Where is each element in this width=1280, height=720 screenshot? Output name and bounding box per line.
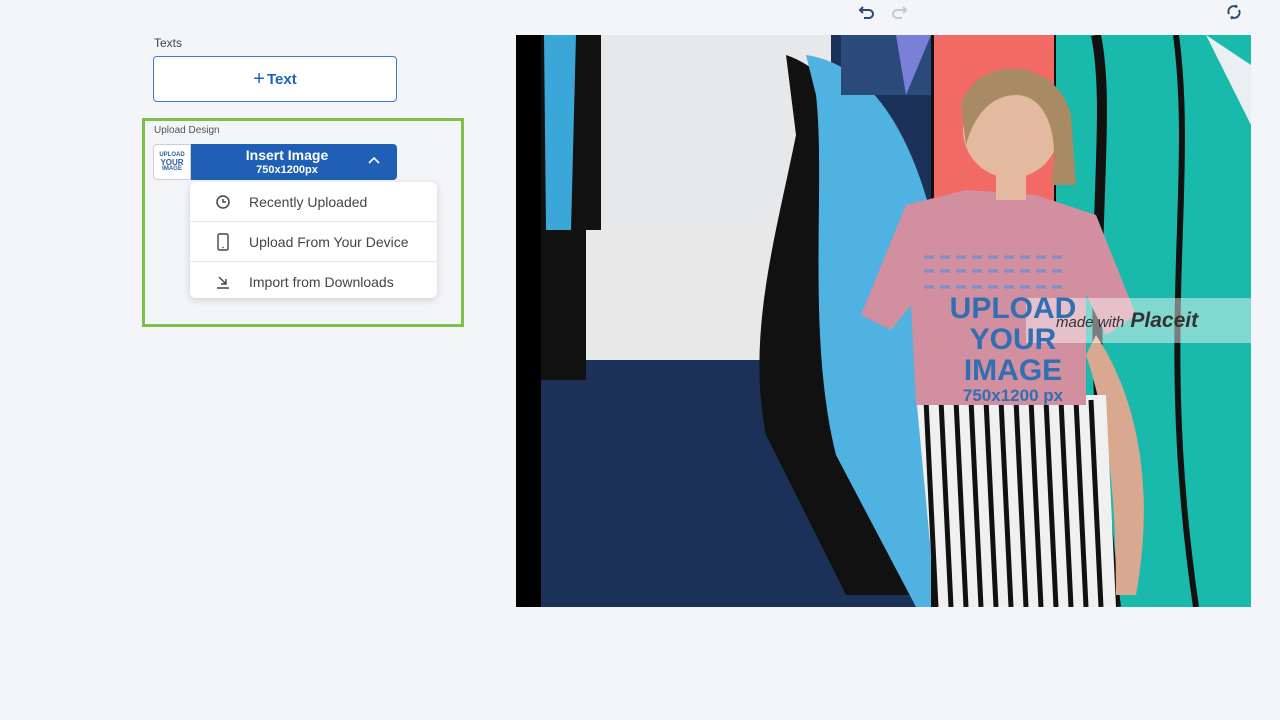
- insert-image-size: 750x1200px: [256, 164, 318, 176]
- add-text-button[interactable]: + Text: [153, 56, 397, 102]
- plus-icon: +: [253, 67, 265, 90]
- download-icon: [217, 276, 229, 289]
- menu-item-recently-uploaded[interactable]: Recently Uploaded: [190, 182, 437, 222]
- thumb-line: IMAGE: [162, 165, 182, 172]
- insert-image-label: Insert Image: [245, 147, 329, 163]
- redo-icon[interactable]: [889, 2, 909, 22]
- texts-label: Texts: [154, 36, 183, 50]
- menu-item-import-downloads[interactable]: Import from Downloads: [190, 262, 437, 301]
- watermark-prefix: made with: [1056, 314, 1125, 331]
- menu-item-label: Recently Uploaded: [249, 193, 368, 210]
- upload-design-label: Upload Design: [154, 125, 220, 136]
- menu-item-upload-device[interactable]: Upload From Your Device: [190, 222, 437, 262]
- chevron-up-icon: [368, 156, 380, 164]
- add-text-label: Text: [266, 70, 297, 88]
- menu-item-label: Upload From Your Device: [249, 233, 409, 250]
- shirt-line: IMAGE: [963, 354, 1063, 387]
- watermark-brand: Placeit: [1130, 309, 1199, 332]
- mockup-preview: UPLOAD YOUR IMAGE 750x1200 px made with …: [516, 35, 1251, 607]
- refresh-icon[interactable]: [1224, 2, 1244, 22]
- phone-icon: [217, 232, 229, 251]
- insert-image-button[interactable]: Insert Image 750x1200px: [191, 144, 397, 180]
- menu-item-label: Import from Downloads: [249, 273, 394, 290]
- undo-icon[interactable]: [857, 2, 877, 22]
- upload-thumbnail: UPLOAD YOUR IMAGE: [153, 144, 191, 180]
- thumb-line: YOUR: [160, 157, 184, 167]
- upload-dropdown-menu: Recently Uploaded Upload From Your Devic…: [190, 182, 437, 298]
- clock-icon: [216, 194, 230, 209]
- watermark: made with Placeit: [1056, 309, 1198, 333]
- shirt-size: 750x1200 px: [962, 386, 1064, 405]
